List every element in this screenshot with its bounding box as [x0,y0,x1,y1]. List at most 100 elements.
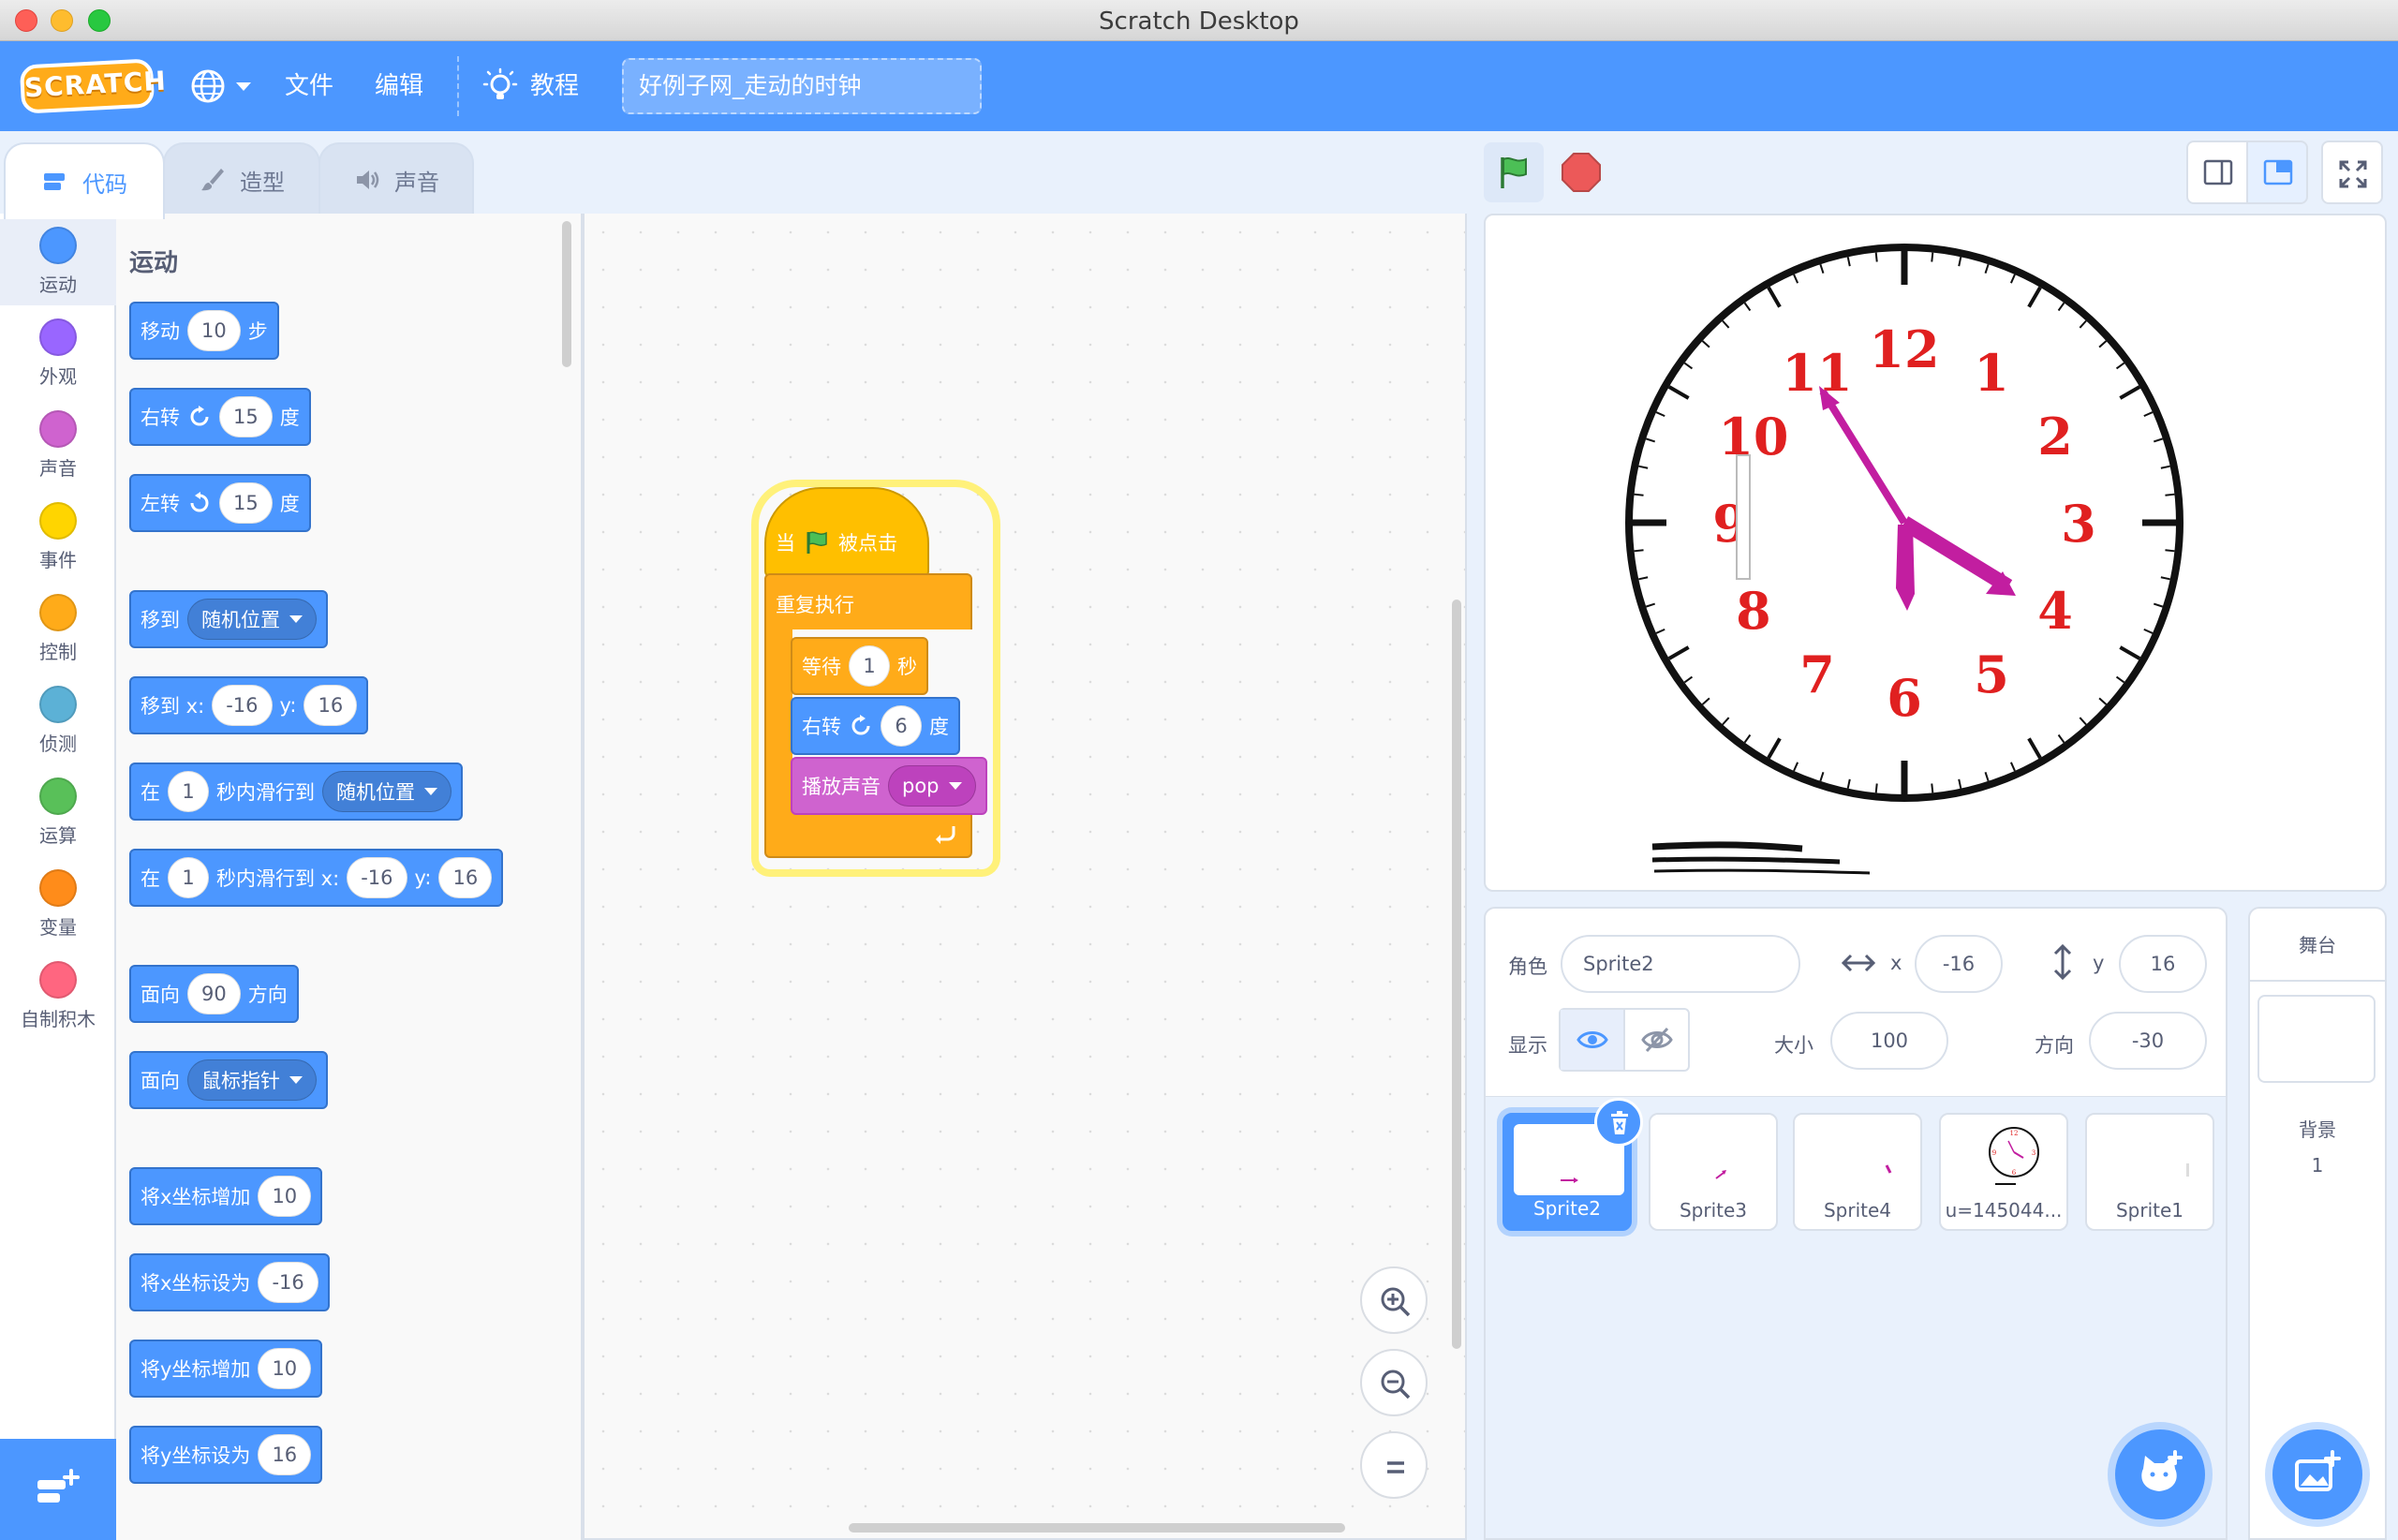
direction-input[interactable]: -30 [2089,1012,2207,1070]
block-move-steps[interactable]: 移动 10 步 [129,302,279,360]
category-looks[interactable]: 外观 [0,318,116,389]
sprite-name-input[interactable]: Sprite2 [1561,935,1800,993]
category-control[interactable]: 控制 [0,594,116,664]
sound-value: pop [902,775,940,797]
show-sprite-button[interactable] [1561,1010,1625,1070]
rotate-left-icon [190,492,209,512]
sprite-tile-clock-image[interactable]: 12 3 6 9 u=145044... [1939,1113,2068,1231]
block-set-y[interactable]: 将y坐标设为 16 [129,1426,323,1484]
category-motion[interactable]: 运动 [0,219,116,305]
set-y-input[interactable]: 16 [258,1434,312,1475]
menu-file[interactable]: 文件 [285,41,333,131]
block-glide-mid: 秒内滑行到 [216,781,315,804]
stage-backdrop-thumbnail[interactable] [2257,995,2376,1083]
block-change-x[interactable]: 将x坐标增加 10 [129,1167,323,1225]
sprite-tile-sprite3[interactable]: Sprite3 [1649,1113,1778,1231]
globe-icon[interactable] [189,67,227,105]
tab-costumes[interactable]: 造型 [163,142,320,215]
sprite-tile-sprite4[interactable]: Sprite4 [1793,1113,1922,1231]
goto-target-dropdown[interactable]: 随机位置 [187,599,317,640]
category-my-blocks[interactable]: 自制积木 [0,961,116,1031]
move-steps-input[interactable]: 10 [187,310,241,351]
sound-dropdown[interactable]: pop [888,765,976,807]
glide-xy-x-input[interactable]: -16 [347,857,407,898]
zoom-in-button[interactable] [1360,1266,1428,1334]
size-input[interactable]: 100 [1830,1012,1948,1070]
add-backdrop-button[interactable] [2272,1429,2362,1519]
chevron-down-icon [289,1076,303,1084]
scratch-logo[interactable]: SCRATCH [19,58,168,114]
block-goto-xy[interactable]: 移到 x: -16 y: 16 [129,676,369,734]
normal-stage-button[interactable] [2246,141,2308,204]
green-flag-button[interactable] [1484,142,1544,202]
wait-seconds-input[interactable]: 1 [849,645,890,687]
menu-tutorials[interactable]: 教程 [530,41,579,131]
turn-right-degrees-input[interactable]: 15 [219,396,273,437]
stop-button[interactable] [1551,142,1611,202]
add-extension-button[interactable] [0,1439,116,1540]
menu-edit[interactable]: 编辑 [375,41,423,131]
change-y-input[interactable]: 10 [258,1348,312,1389]
palette-section-title: 运动 [129,249,179,277]
category-sound[interactable]: 声音 [0,410,116,481]
clock-drawing: 12 1234567891011 [1625,244,2183,875]
category-variables[interactable]: 变量 [0,869,116,940]
turn-left-degrees-input[interactable]: 15 [219,482,273,524]
script-turn-degrees-input[interactable]: 6 [881,705,922,747]
set-x-input[interactable]: -16 [258,1262,318,1303]
block-glide-xy[interactable]: 在 1 秒内滑行到 x: -16 y: 16 [129,849,504,907]
x-input[interactable]: -16 [1915,935,2003,993]
add-sprite-button[interactable] [2115,1429,2205,1519]
block-goto[interactable]: 移到 随机位置 [129,590,328,648]
glide-target-dropdown[interactable]: 随机位置 [322,771,451,812]
block-turn-right-unit: 度 [279,407,300,429]
category-sensing[interactable]: 侦测 [0,686,116,756]
script-wait-block[interactable]: 等待 1 秒 [791,637,928,695]
category-operators[interactable]: 运算 [0,777,116,848]
category-events[interactable]: 事件 [0,502,116,572]
script-workspace[interactable] [583,214,1467,1540]
lightbulb-icon[interactable] [481,67,519,105]
tab-sounds[interactable]: 声音 [318,142,474,215]
sprite4-thumbnail [1885,1164,1892,1174]
palette-scrollbar[interactable] [562,221,571,367]
stage-canvas[interactable]: 12 1 2 3 4 5 6 7 8 9 10 11 [1484,214,2387,892]
glide-xy-secs-input[interactable]: 1 [168,857,209,898]
block-turn-left[interactable]: 左转 15 度 [129,474,311,532]
clock-tick [1634,549,1644,553]
backdrop-count: 1 [2311,1154,2324,1177]
tab-code[interactable]: 代码 [4,142,165,219]
workspace-horizontal-scrollbar[interactable] [849,1523,1345,1533]
block-point-direction[interactable]: 面向 90 方向 [129,965,299,1023]
zoom-out-button[interactable] [1360,1349,1428,1416]
y-label: y [2093,952,2105,974]
block-set-x[interactable]: 将x坐标设为 -16 [129,1253,330,1311]
block-glide-to[interactable]: 在 1 秒内滑行到 随机位置 [129,763,463,821]
glide-xy-y-input[interactable]: 16 [438,857,493,898]
fullscreen-button[interactable] [2321,141,2383,204]
goto-y-input[interactable]: 16 [303,685,358,726]
block-point-towards[interactable]: 面向 鼠标指针 [129,1051,328,1109]
workspace-vertical-scrollbar[interactable] [1452,600,1461,1349]
y-input[interactable]: 16 [2119,935,2207,993]
glide-secs-input[interactable]: 1 [168,771,209,812]
svg-text:3: 3 [2032,1149,2035,1157]
rotate-right-icon [851,715,870,735]
project-title-input[interactable]: 好例子网_走动的时钟 [622,58,982,114]
hide-sprite-button[interactable] [1625,1010,1688,1070]
language-caret-icon[interactable] [236,82,251,91]
block-turn-right[interactable]: 右转 15 度 [129,388,311,446]
sprite-tile-sprite1[interactable]: Sprite1 [2085,1113,2214,1231]
goto-x-input[interactable]: -16 [212,685,273,726]
point-direction-input[interactable]: 90 [187,973,241,1014]
change-x-input[interactable]: 10 [258,1176,312,1217]
zoom-reset-button[interactable] [1360,1431,1428,1499]
block-set-x-label: 将x坐标设为 [141,1272,251,1295]
block-change-y[interactable]: 将y坐标增加 10 [129,1340,323,1398]
small-stage-button[interactable] [2186,141,2248,204]
script-play-sound-block[interactable]: 播放声音 pop [791,757,987,815]
delete-sprite-button[interactable] [1594,1098,1643,1147]
script-turn-block[interactable]: 右转 6 度 [791,697,960,755]
category-events-label: 事件 [39,549,77,571]
point-towards-dropdown[interactable]: 鼠标指针 [187,1059,317,1101]
